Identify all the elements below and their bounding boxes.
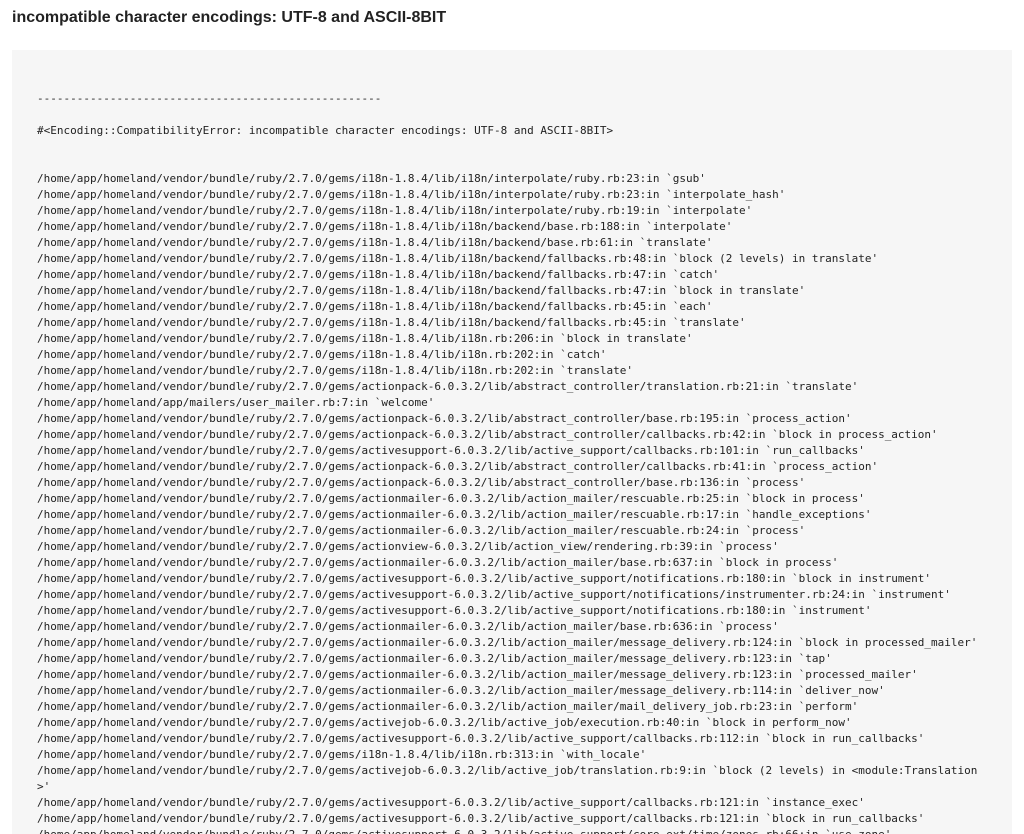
backtrace-line: /home/app/homeland/vendor/bundle/ruby/2.… — [37, 524, 806, 537]
backtrace-line: /home/app/homeland/vendor/bundle/ruby/2.… — [37, 732, 925, 745]
backtrace-line: /home/app/homeland/vendor/bundle/ruby/2.… — [37, 444, 865, 457]
backtrace-line: /home/app/homeland/vendor/bundle/ruby/2.… — [37, 412, 852, 425]
backtrace-line: /home/app/homeland/vendor/bundle/ruby/2.… — [37, 300, 713, 313]
backtrace-line: /home/app/homeland/vendor/bundle/ruby/2.… — [37, 748, 647, 761]
backtrace-line: /home/app/homeland/vendor/bundle/ruby/2.… — [37, 508, 872, 521]
stack-trace-panel: ----------------------------------------… — [12, 50, 1012, 834]
backtrace-line: /home/app/homeland/vendor/bundle/ruby/2.… — [37, 604, 872, 617]
backtrace-frames: /home/app/homeland/vendor/bundle/ruby/2.… — [37, 171, 987, 834]
error-message: #<Encoding::CompatibilityError: incompat… — [37, 124, 614, 137]
backtrace-line: /home/app/homeland/vendor/bundle/ruby/2.… — [37, 620, 779, 633]
backtrace-line: /home/app/homeland/vendor/bundle/ruby/2.… — [37, 204, 753, 217]
backtrace-line: /home/app/homeland/vendor/bundle/ruby/2.… — [37, 220, 733, 233]
backtrace-line: /home/app/homeland/vendor/bundle/ruby/2.… — [37, 716, 852, 729]
backtrace-line: /home/app/homeland/vendor/bundle/ruby/2.… — [37, 268, 720, 281]
backtrace-line: /home/app/homeland/vendor/bundle/ruby/2.… — [37, 652, 832, 665]
backtrace-line: /home/app/homeland/vendor/bundle/ruby/2.… — [37, 827, 987, 834]
backtrace-line: /home/app/homeland/vendor/bundle/ruby/2.… — [37, 476, 806, 489]
backtrace-line: /home/app/homeland/vendor/bundle/ruby/2.… — [37, 540, 779, 553]
backtrace-line: /home/app/homeland/vendor/bundle/ruby/2.… — [37, 572, 932, 585]
backtrace-line: /home/app/homeland/vendor/bundle/ruby/2.… — [37, 380, 859, 393]
backtrace-line: /home/app/homeland/vendor/bundle/ruby/2.… — [37, 812, 925, 825]
backtrace-line: /home/app/homeland/vendor/bundle/ruby/2.… — [37, 556, 839, 569]
backtrace-line: /home/app/homeland/vendor/bundle/ruby/2.… — [37, 284, 806, 297]
backtrace-line: /home/app/homeland/app/mailers/user_mail… — [37, 396, 435, 409]
backtrace-line: /home/app/homeland/vendor/bundle/ruby/2.… — [37, 460, 879, 473]
backtrace-line: /home/app/homeland/vendor/bundle/ruby/2.… — [37, 236, 713, 249]
backtrace-line: /home/app/homeland/vendor/bundle/ruby/2.… — [37, 588, 951, 601]
backtrace-line: /home/app/homeland/vendor/bundle/ruby/2.… — [37, 492, 865, 505]
backtrace-line: /home/app/homeland/vendor/bundle/ruby/2.… — [37, 700, 859, 713]
trace-separator: ----------------------------------------… — [37, 92, 382, 105]
backtrace-line: /home/app/homeland/vendor/bundle/ruby/2.… — [37, 364, 634, 377]
backtrace-line: /home/app/homeland/vendor/bundle/ruby/2.… — [37, 348, 607, 361]
backtrace-line: /home/app/homeland/vendor/bundle/ruby/2.… — [37, 188, 786, 201]
backtrace-line: /home/app/homeland/vendor/bundle/ruby/2.… — [37, 252, 879, 265]
backtrace-line: /home/app/homeland/vendor/bundle/ruby/2.… — [37, 764, 978, 793]
backtrace-line: /home/app/homeland/vendor/bundle/ruby/2.… — [37, 668, 918, 681]
backtrace-line: /home/app/homeland/vendor/bundle/ruby/2.… — [37, 684, 885, 697]
backtrace-line: /home/app/homeland/vendor/bundle/ruby/2.… — [37, 172, 706, 185]
backtrace-line: /home/app/homeland/vendor/bundle/ruby/2.… — [37, 316, 746, 329]
backtrace-line: /home/app/homeland/vendor/bundle/ruby/2.… — [37, 428, 938, 441]
backtrace-line: /home/app/homeland/vendor/bundle/ruby/2.… — [37, 636, 978, 649]
backtrace-line: /home/app/homeland/vendor/bundle/ruby/2.… — [37, 796, 865, 809]
backtrace-line: /home/app/homeland/vendor/bundle/ruby/2.… — [37, 332, 693, 345]
page-title: incompatible character encodings: UTF-8 … — [12, 9, 447, 26]
